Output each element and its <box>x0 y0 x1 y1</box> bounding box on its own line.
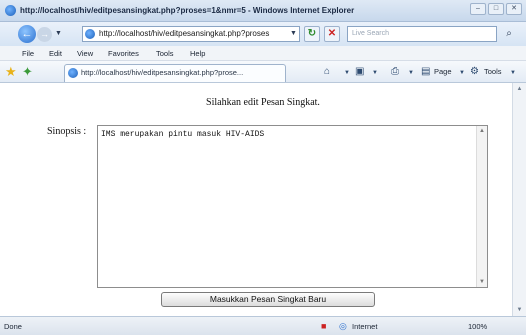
print-dropdown-icon[interactable]: ▼ <box>408 70 414 76</box>
tools-dropdown-icon[interactable]: ▼ <box>510 70 516 76</box>
protected-mode-icon[interactable]: ■ <box>321 321 326 331</box>
search-input[interactable]: Live Search <box>347 26 497 42</box>
refresh-icon[interactable]: ↻ <box>304 26 320 42</box>
menu-help[interactable]: Help <box>190 49 205 58</box>
title-bar: http://localhost/hiv/editpesansingkat.ph… <box>0 0 526 22</box>
zoom-level[interactable]: 100% <box>468 322 487 331</box>
forward-arrow-icon[interactable]: → <box>37 27 52 42</box>
page-icon[interactable]: ▤ <box>421 66 430 77</box>
back-arrow-icon[interactable]: ← <box>18 25 36 43</box>
minimize-button[interactable]: – <box>470 3 486 15</box>
close-button[interactable]: ✕ <box>506 3 522 15</box>
ie-logo-icon <box>5 5 16 16</box>
sinopsis-textarea[interactable]: IMS merupakan pintu masuk HIV-AIDS ▲ ▼ <box>97 125 488 288</box>
page-menu-button[interactable]: Page <box>434 67 452 76</box>
address-dropdown-icon[interactable]: ▼ <box>290 30 297 37</box>
page-scroll-up-icon[interactable]: ▲ <box>513 86 526 92</box>
menu-view[interactable]: View <box>77 49 93 58</box>
feeds-icon[interactable]: ▣ <box>355 66 364 77</box>
page-favicon-icon <box>85 29 95 39</box>
address-input[interactable]: http://localhost/hiv/editpesansingkat.ph… <box>82 26 300 42</box>
print-icon[interactable]: ⎙ <box>391 66 399 77</box>
page-dropdown-icon[interactable]: ▼ <box>459 70 465 76</box>
menu-tools[interactable]: Tools <box>156 49 174 58</box>
tab-current-page[interactable]: http://localhost/hiv/editpesansingkat.ph… <box>64 64 286 82</box>
feeds-dropdown-icon[interactable]: ▼ <box>372 70 378 76</box>
status-bar: Done ■ ◎ Internet 100% <box>0 316 526 335</box>
menu-favorites[interactable]: Favorites <box>108 49 139 58</box>
window-title: http://localhost/hiv/editpesansingkat.ph… <box>20 6 355 15</box>
scroll-down-arrow-icon[interactable]: ▼ <box>477 279 487 285</box>
menu-file[interactable]: File <box>22 49 34 58</box>
home-icon[interactable]: ⌂ <box>324 66 330 77</box>
page-scrollbar[interactable]: ▲ ▼ <box>512 83 526 316</box>
gear-icon[interactable]: ⚙ <box>470 66 479 77</box>
globe-icon: ◎ <box>339 321 347 331</box>
command-bar: ★ ✦ http://localhost/hiv/editpesansingka… <box>0 61 526 83</box>
maximize-button[interactable]: □ <box>488 3 504 15</box>
status-text: Done <box>4 322 22 331</box>
menu-bar: File Edit View Favorites Tools Help <box>0 46 526 61</box>
sinopsis-label: Sinopsis : <box>47 126 87 137</box>
security-zone[interactable]: Internet <box>352 322 377 331</box>
search-icon[interactable]: ⌕ <box>500 26 518 42</box>
window-controls: – □ ✕ <box>470 3 522 15</box>
address-bar-row: ← → ▼ http://localhost/hiv/editpesansing… <box>0 22 526 46</box>
tools-menu-button[interactable]: Tools <box>484 67 502 76</box>
star-icon[interactable]: ★ <box>5 64 17 80</box>
stop-icon[interactable]: ✕ <box>324 26 340 42</box>
add-favorite-icon[interactable]: ✦ <box>22 64 33 80</box>
submit-button[interactable]: Masukkan Pesan Singkat Baru <box>161 292 375 307</box>
page-title: Silahkan edit Pesan Singkat. <box>206 97 320 108</box>
home-dropdown-icon[interactable]: ▼ <box>344 70 350 76</box>
page-viewport: Silahkan edit Pesan Singkat. Sinopsis : … <box>0 83 526 316</box>
history-dropdown-icon[interactable]: ▼ <box>55 30 62 37</box>
textarea-value: IMS merupakan pintu masuk HIV-AIDS <box>101 130 265 139</box>
textarea-scrollbar[interactable]: ▲ ▼ <box>476 126 487 287</box>
menu-edit[interactable]: Edit <box>49 49 62 58</box>
tab-favicon-icon <box>68 68 78 78</box>
scroll-up-arrow-icon[interactable]: ▲ <box>477 128 487 134</box>
page-scroll-down-icon[interactable]: ▼ <box>513 307 526 313</box>
